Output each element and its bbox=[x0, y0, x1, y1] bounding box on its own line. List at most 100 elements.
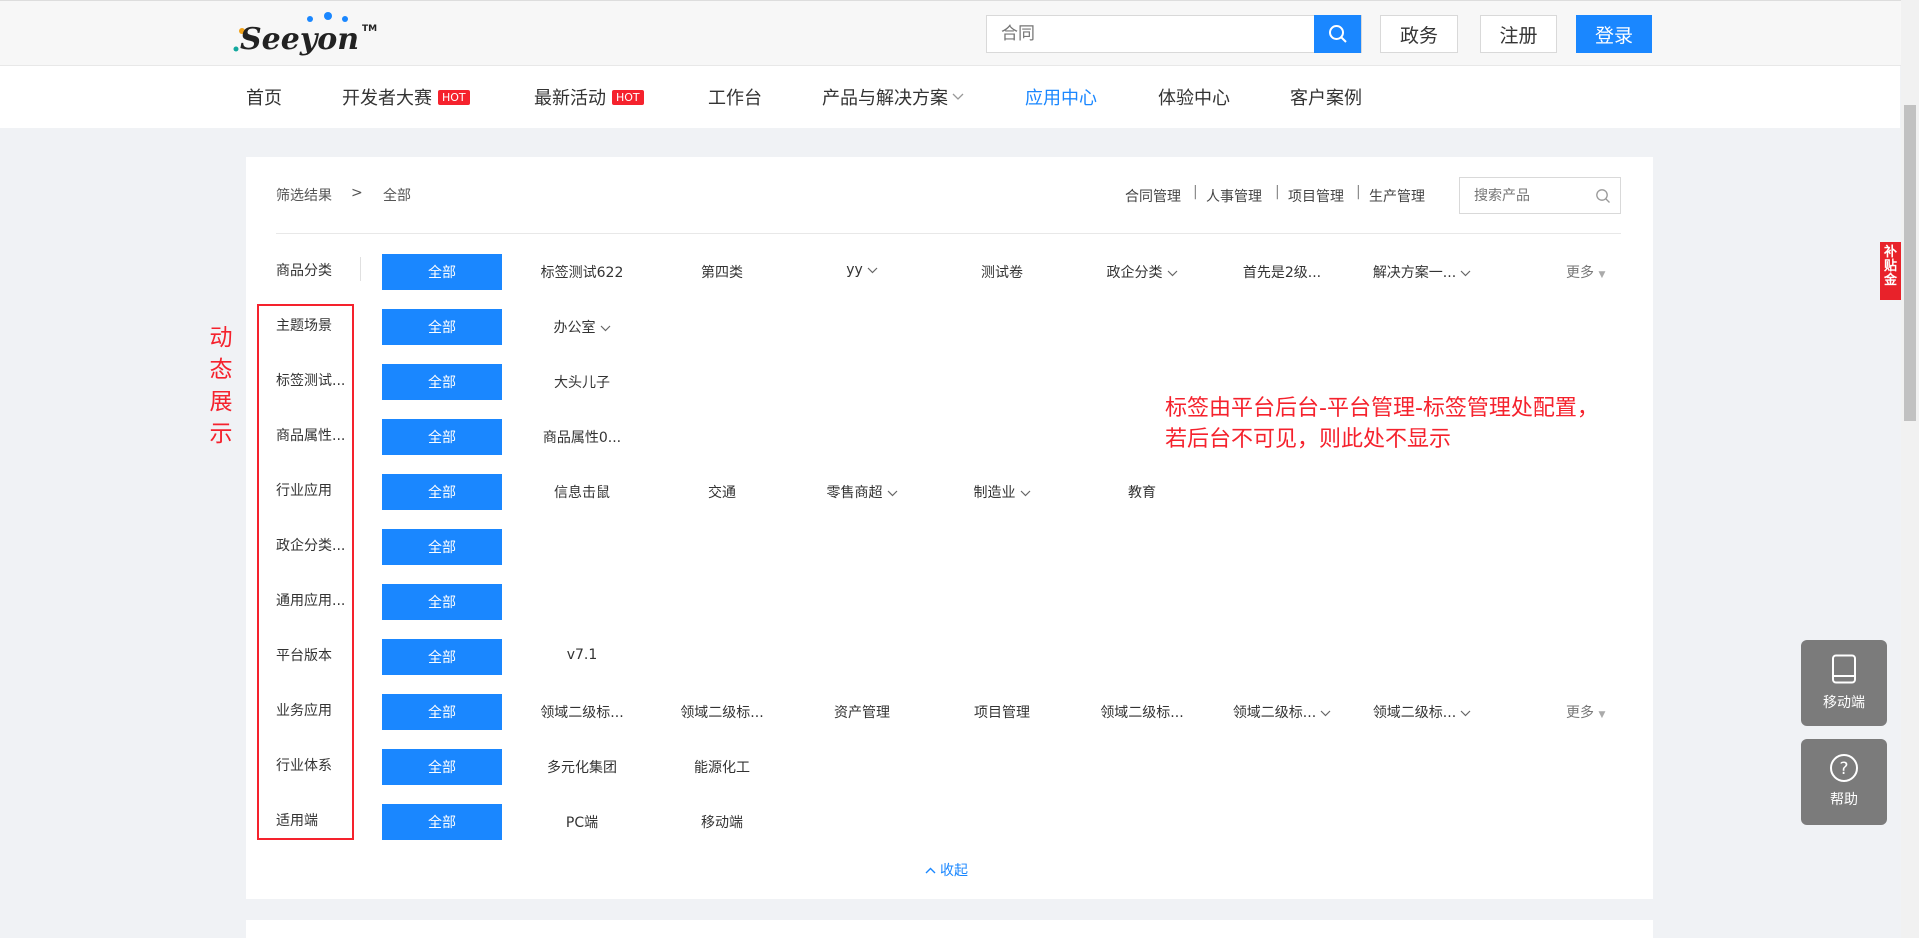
all-button[interactable]: 全部 bbox=[382, 694, 502, 730]
quick-link-contract[interactable]: 合同管理 bbox=[1125, 186, 1181, 206]
chevron-down-icon bbox=[1460, 270, 1471, 276]
all-button[interactable]: 全部 bbox=[382, 254, 502, 290]
filter-option-dropdown[interactable]: 零售商超 bbox=[802, 482, 922, 502]
collapse-toggle[interactable]: 收起 bbox=[925, 860, 968, 880]
all-button[interactable]: 全部 bbox=[382, 309, 502, 345]
filter-option[interactable]: 教育 bbox=[1082, 482, 1202, 502]
divider bbox=[360, 257, 361, 281]
filter-option-dropdown[interactable]: 办公室 bbox=[522, 317, 642, 337]
scrollbar-thumb[interactable] bbox=[1904, 105, 1916, 421]
filter-option-dropdown[interactable]: 政企分类 bbox=[1082, 262, 1202, 282]
mobile-button[interactable]: 移动端 bbox=[1801, 640, 1887, 726]
all-button[interactable]: 全部 bbox=[382, 529, 502, 565]
top-header: Seeyon TM 政务 注册 登录 bbox=[0, 0, 1919, 66]
option-label: 领域二级标... bbox=[1372, 705, 1457, 721]
all-button[interactable]: 全部 bbox=[382, 419, 502, 455]
chevron-down-icon bbox=[887, 490, 897, 496]
filter-option[interactable]: 标签测试622 bbox=[522, 262, 642, 282]
nav-app-center[interactable]: 应用中心 bbox=[1025, 84, 1097, 110]
login-button[interactable]: 登录 bbox=[1576, 15, 1652, 53]
chevron-down-icon bbox=[1460, 710, 1471, 716]
all-button[interactable]: 全部 bbox=[382, 584, 502, 620]
filter-option[interactable]: 测试卷 bbox=[942, 262, 1062, 282]
quick-link-hr[interactable]: 人事管理 bbox=[1206, 186, 1262, 206]
option-label: 办公室 bbox=[553, 320, 596, 336]
nav-label: 产品与解决方案 bbox=[822, 88, 948, 109]
subsidy-tab[interactable]: 补贴金 bbox=[1880, 242, 1901, 300]
annotation-note-line: 标签由平台后台-平台管理-标签管理处配置， bbox=[1165, 396, 1599, 421]
nav-latest-events[interactable]: 最新活动 HOT bbox=[534, 84, 644, 110]
filter-option[interactable]: 资产管理 bbox=[802, 702, 922, 722]
filter-option[interactable]: 第四类 bbox=[662, 262, 782, 282]
nav-home[interactable]: 首页 bbox=[246, 84, 282, 110]
filter-option[interactable]: v7.1 bbox=[522, 647, 642, 663]
annotation-note: 标签由平台后台-平台管理-标签管理处配置， 若后台不可见，则此处不显示 bbox=[1165, 393, 1635, 455]
all-button[interactable]: 全部 bbox=[382, 749, 502, 785]
filter-option-dropdown[interactable]: 领域二级标... bbox=[1222, 702, 1342, 722]
more-toggle[interactable]: 更多 ▼ bbox=[1566, 262, 1605, 282]
search-icon[interactable] bbox=[1595, 188, 1611, 204]
filter-option-dropdown[interactable]: 制造业 bbox=[942, 482, 1062, 502]
all-button[interactable]: 全部 bbox=[382, 474, 502, 510]
chevron-down-icon bbox=[600, 325, 610, 331]
annotation-highlight-box bbox=[257, 304, 354, 840]
filter-option-dropdown[interactable]: yy bbox=[802, 262, 922, 278]
product-search-input[interactable] bbox=[1460, 178, 1590, 213]
option-label: 解决方案一... bbox=[1372, 265, 1457, 281]
seeyon-logo[interactable]: Seeyon TM bbox=[228, 7, 378, 57]
nav-customer-cases[interactable]: 客户案例 bbox=[1290, 84, 1362, 110]
collapse-label: 收起 bbox=[940, 863, 968, 879]
product-search-box bbox=[1459, 177, 1621, 214]
annotation-dynamic-label: 动态展示 bbox=[209, 325, 233, 447]
filter-option[interactable]: 项目管理 bbox=[942, 702, 1062, 722]
register-button[interactable]: 注册 bbox=[1480, 15, 1557, 53]
all-button[interactable]: 全部 bbox=[382, 804, 502, 840]
more-toggle[interactable]: 更多 ▼ bbox=[1566, 702, 1605, 722]
nav-label: 客户案例 bbox=[1290, 88, 1362, 109]
filter-option[interactable]: 能源化工 bbox=[662, 757, 782, 777]
option-label: 政企分类 bbox=[1106, 265, 1163, 281]
svg-text:?: ? bbox=[1839, 759, 1848, 779]
filter-option-dropdown[interactable]: 解决方案一... bbox=[1362, 262, 1482, 282]
filter-option[interactable]: 多元化集团 bbox=[522, 757, 642, 777]
nav-products-solutions[interactable]: 产品与解决方案 bbox=[822, 84, 964, 110]
breadcrumb-separator: > bbox=[351, 185, 363, 201]
option-label: 制造业 bbox=[973, 485, 1016, 501]
filter-option[interactable]: 领域二级标... bbox=[522, 702, 642, 722]
nav-workbench[interactable]: 工作台 bbox=[708, 84, 762, 110]
breadcrumb-label: 筛选结果 bbox=[276, 188, 332, 204]
filter-option[interactable]: 信息击鼠 bbox=[522, 482, 642, 502]
chevron-down-icon bbox=[1320, 710, 1331, 716]
help-label: 帮助 bbox=[1830, 792, 1858, 808]
search-box bbox=[986, 15, 1362, 53]
filter-option[interactable]: 领域二级标... bbox=[1082, 702, 1202, 722]
filter-option[interactable]: PC端 bbox=[522, 812, 642, 832]
filter-option[interactable]: 大头儿子 bbox=[522, 372, 642, 392]
svg-text:TM: TM bbox=[362, 24, 377, 34]
quick-link-project[interactable]: 项目管理 bbox=[1288, 186, 1344, 206]
all-button[interactable]: 全部 bbox=[382, 364, 502, 400]
filter-option[interactable]: 交通 bbox=[662, 482, 782, 502]
help-button[interactable]: ? 帮助 bbox=[1801, 739, 1887, 825]
option-label: 领域二级标... bbox=[1232, 705, 1317, 721]
nav-developer-contest[interactable]: 开发者大赛 HOT bbox=[342, 84, 470, 110]
quick-link-production[interactable]: 生产管理 bbox=[1369, 186, 1425, 206]
quick-sep: | bbox=[1193, 184, 1198, 200]
filter-option[interactable]: 商品属性0... bbox=[522, 427, 642, 447]
nav-label: 首页 bbox=[246, 88, 282, 109]
filter-option[interactable]: 领域二级标... bbox=[662, 702, 782, 722]
annotation-note-line: 若后台不可见，则此处不显示 bbox=[1165, 427, 1452, 452]
nav-label: 体验中心 bbox=[1158, 88, 1230, 109]
breadcrumb-current: 全部 bbox=[383, 188, 411, 204]
chevron-down-icon bbox=[867, 267, 878, 273]
filter-option[interactable]: 首先是2级... bbox=[1222, 262, 1342, 282]
nav-experience-center[interactable]: 体验中心 bbox=[1158, 84, 1230, 110]
all-button[interactable]: 全部 bbox=[382, 639, 502, 675]
filter-option-dropdown[interactable]: 领域二级标... bbox=[1362, 702, 1482, 722]
search-input[interactable] bbox=[987, 16, 1307, 52]
gov-button[interactable]: 政务 bbox=[1380, 15, 1458, 53]
filter-option[interactable]: 移动端 bbox=[662, 812, 782, 832]
quick-sep: | bbox=[1356, 184, 1361, 200]
nav-label: 工作台 bbox=[708, 88, 762, 109]
search-button[interactable] bbox=[1314, 15, 1361, 53]
